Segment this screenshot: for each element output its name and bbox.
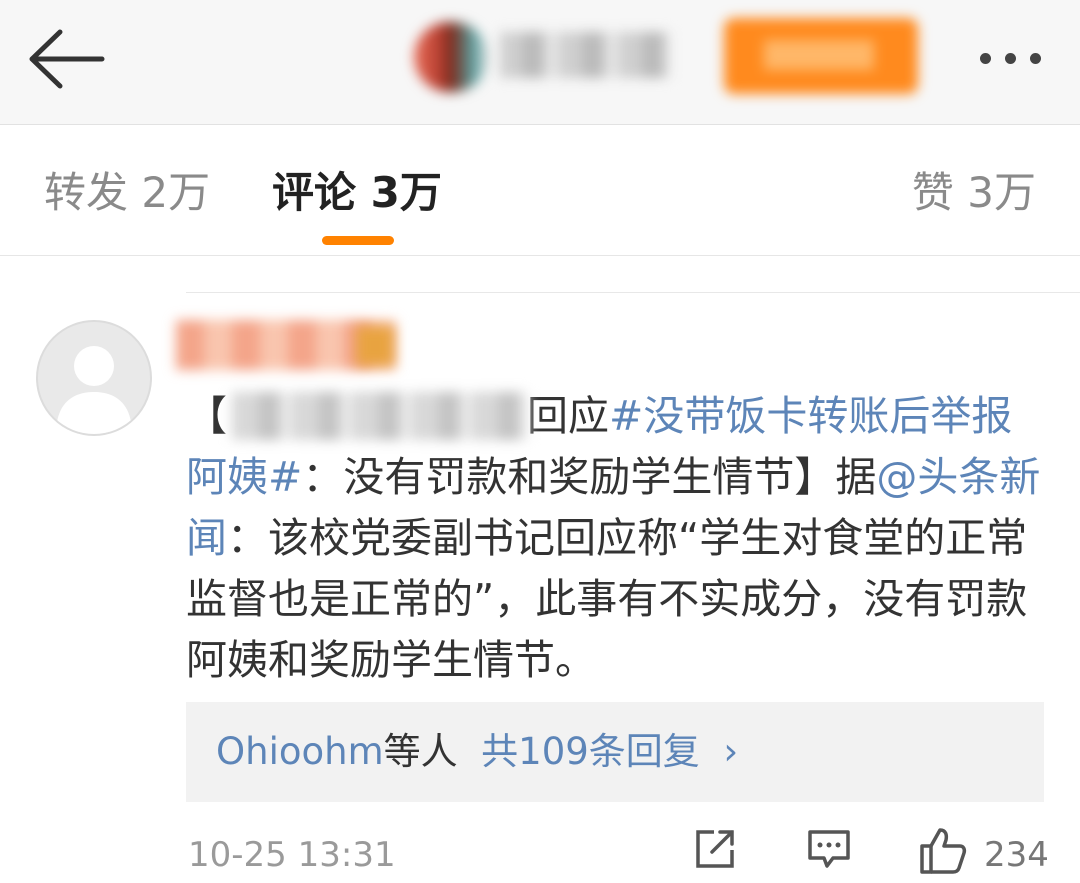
tab-like[interactable]: 赞 3万 bbox=[912, 165, 1036, 221]
active-tab-indicator bbox=[322, 236, 394, 245]
top-bar bbox=[0, 0, 1080, 125]
divider bbox=[186, 292, 1080, 293]
like-button[interactable] bbox=[918, 826, 968, 880]
reply-user[interactable]: Ohioohm bbox=[216, 730, 384, 773]
comment-icon bbox=[808, 830, 850, 868]
redacted-source-blur bbox=[232, 392, 528, 440]
reply-button[interactable] bbox=[806, 826, 852, 876]
comment-timestamp: 10-25 13:31 bbox=[188, 835, 396, 875]
commenter-badge bbox=[356, 326, 394, 366]
back-button[interactable] bbox=[22, 24, 108, 94]
more-dots-icon bbox=[980, 53, 991, 64]
thumbs-up-icon bbox=[920, 828, 967, 874]
chevron-right-icon: › bbox=[723, 730, 739, 773]
commenter-avatar[interactable] bbox=[36, 320, 152, 436]
reply-count[interactable]: 共109条回复 bbox=[481, 730, 700, 773]
share-button[interactable] bbox=[692, 826, 738, 876]
author-name[interactable] bbox=[500, 32, 670, 78]
like-count: 234 bbox=[984, 835, 1049, 875]
tab-comment[interactable]: 评论 3万 bbox=[272, 165, 442, 221]
default-avatar-icon bbox=[56, 346, 132, 434]
tab-repost[interactable]: 转发 2万 bbox=[44, 165, 210, 221]
follow-button[interactable] bbox=[724, 18, 918, 94]
author-avatar[interactable] bbox=[414, 22, 488, 92]
more-button[interactable] bbox=[974, 40, 1054, 80]
tab-bar: 转发 2万 评论 3万 赞 3万 bbox=[0, 125, 1080, 256]
share-icon bbox=[696, 830, 734, 868]
replies-preview[interactable]: Ohioohm等人 共109条回复 › bbox=[186, 702, 1044, 802]
arrow-left-icon bbox=[29, 29, 105, 89]
